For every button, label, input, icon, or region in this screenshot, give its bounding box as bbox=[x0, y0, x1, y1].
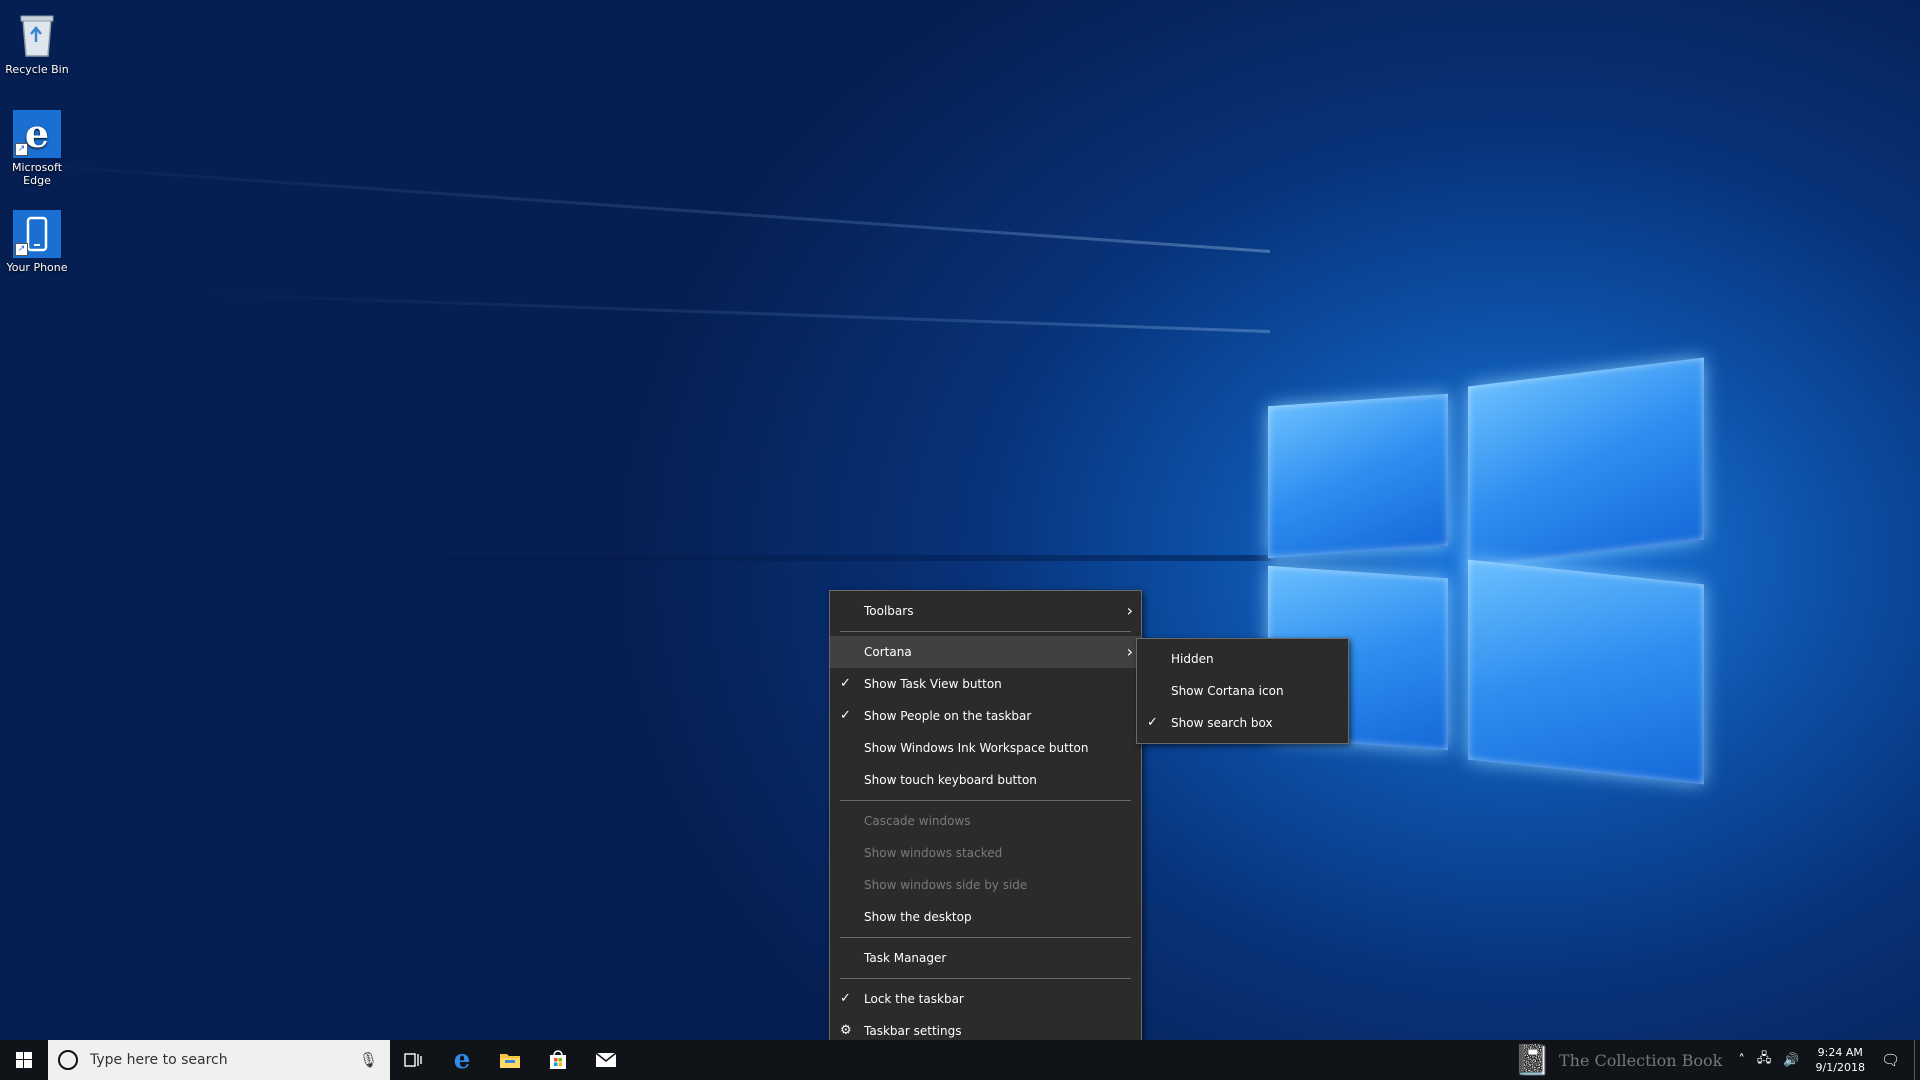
menu-item-label: Task Manager bbox=[864, 951, 947, 965]
menu-item-label: Show search box bbox=[1171, 716, 1273, 730]
desktop-icon-label: Microsoft Edge bbox=[11, 161, 63, 187]
search-placeholder: Type here to search bbox=[90, 1052, 228, 1068]
cortana-ring-icon bbox=[58, 1050, 78, 1070]
desktop-icon-your-phone[interactable]: ↗ Your Phone bbox=[0, 206, 74, 274]
desktop-icon-recycle-bin[interactable]: Recycle Bin bbox=[0, 6, 74, 76]
recycle-bin-icon bbox=[12, 10, 62, 60]
show-hidden-icons-chevron-icon[interactable]: ˄ bbox=[1738, 1053, 1745, 1068]
menu-separator bbox=[840, 631, 1131, 632]
menu-separator bbox=[840, 937, 1131, 938]
desktop-icon-label: Your Phone bbox=[6, 261, 68, 274]
desktop-icon-label: Recycle Bin bbox=[5, 63, 69, 76]
taskbar-mail-button[interactable] bbox=[582, 1040, 630, 1080]
store-bag-icon bbox=[550, 1050, 566, 1069]
network-icon[interactable]: 🖧 bbox=[1757, 1049, 1772, 1071]
edge-icon: e ↗ bbox=[13, 110, 61, 158]
clock-time: 9:24 AM bbox=[1817, 1046, 1863, 1059]
menu-item-label: Show the desktop bbox=[864, 910, 972, 924]
menu-item-label: Show Task View button bbox=[864, 677, 1002, 691]
checkmark-icon: ✓ bbox=[1147, 715, 1158, 730]
menu-item-task-manager[interactable]: Task Manager bbox=[830, 942, 1141, 974]
menu-item-label: Hidden bbox=[1171, 652, 1214, 666]
menu-item-label: Toolbars bbox=[864, 604, 914, 618]
clock-date: 9/1/2018 bbox=[1815, 1061, 1865, 1074]
task-view-button[interactable] bbox=[390, 1040, 438, 1080]
menu-item-cascade-windows: Cascade windows bbox=[830, 805, 1141, 837]
folder-icon bbox=[500, 1054, 520, 1068]
checkmark-icon: ✓ bbox=[840, 676, 851, 691]
clock[interactable]: 9:24 AM 9/1/2018 bbox=[1806, 1045, 1875, 1075]
menu-item-cortana[interactable]: Cortana › bbox=[830, 636, 1141, 668]
cortana-submenu: Hidden Show Cortana icon ✓ Show search b… bbox=[1136, 638, 1349, 744]
taskbar-store-button[interactable] bbox=[534, 1040, 582, 1080]
submenu-item-show-cortana-icon[interactable]: Show Cortana icon bbox=[1137, 675, 1348, 707]
submenu-item-show-search-box[interactable]: ✓ Show search box bbox=[1137, 707, 1348, 739]
menu-item-label: Cascade windows bbox=[864, 814, 971, 828]
taskbar-edge-button[interactable]: e bbox=[438, 1040, 486, 1080]
desktop-icon-microsoft-edge[interactable]: e ↗ Microsoft Edge bbox=[0, 106, 74, 187]
show-desktop-strip[interactable] bbox=[1914, 1040, 1920, 1080]
menu-item-windows-side-by-side: Show windows side by side bbox=[830, 869, 1141, 901]
menu-item-label: Show touch keyboard button bbox=[864, 773, 1037, 787]
task-view-icon bbox=[404, 1053, 422, 1067]
search-box[interactable]: Type here to search 🎙 bbox=[48, 1040, 390, 1080]
chevron-right-icon: › bbox=[1126, 601, 1133, 620]
menu-item-show-ink-workspace[interactable]: Show Windows Ink Workspace button bbox=[830, 732, 1141, 764]
submenu-item-hidden[interactable]: Hidden bbox=[1137, 643, 1348, 675]
menu-item-label: Show Windows Ink Workspace button bbox=[864, 741, 1089, 755]
menu-item-windows-stacked: Show windows stacked bbox=[830, 837, 1141, 869]
edge-icon: e bbox=[453, 1045, 471, 1075]
menu-item-label: Lock the taskbar bbox=[864, 992, 964, 1006]
start-button[interactable] bbox=[0, 1040, 48, 1080]
shortcut-arrow-icon: ↗ bbox=[15, 243, 28, 256]
watermark-book-icon: 📓 bbox=[1513, 1042, 1551, 1078]
taskbar: Type here to search 🎙 e 📓 The Collection… bbox=[0, 1040, 1920, 1080]
taskbar-file-explorer-button[interactable] bbox=[486, 1040, 534, 1080]
menu-separator bbox=[840, 800, 1131, 801]
menu-item-show-task-view[interactable]: ✓ Show Task View button bbox=[830, 668, 1141, 700]
menu-item-label: Show People on the taskbar bbox=[864, 709, 1032, 723]
menu-item-label: Taskbar settings bbox=[864, 1024, 962, 1038]
menu-item-toolbars[interactable]: Toolbars › bbox=[830, 595, 1141, 627]
mail-icon bbox=[595, 1052, 617, 1067]
system-tray: 📓 The Collection Book ˄ 🖧 🔊 9:24 AM 9/1/… bbox=[1514, 1040, 1920, 1080]
menu-item-lock-taskbar[interactable]: ✓ Lock the taskbar bbox=[830, 983, 1141, 1015]
windows-logo-icon bbox=[16, 1052, 32, 1068]
shortcut-arrow-icon: ↗ bbox=[15, 143, 28, 156]
phone-icon: ↗ bbox=[13, 210, 61, 258]
checkmark-icon: ✓ bbox=[840, 708, 851, 723]
menu-item-label: Show Cortana icon bbox=[1171, 684, 1284, 698]
menu-item-show-people[interactable]: ✓ Show People on the taskbar bbox=[830, 700, 1141, 732]
chevron-right-icon: › bbox=[1126, 642, 1133, 661]
checkmark-icon: ✓ bbox=[840, 991, 851, 1006]
menu-item-label: Show windows side by side bbox=[864, 878, 1028, 892]
menu-item-show-desktop[interactable]: Show the desktop bbox=[830, 901, 1141, 933]
menu-item-label: Cortana bbox=[864, 645, 912, 659]
taskbar-context-menu: Toolbars › Cortana › ✓ Show Task View bu… bbox=[829, 590, 1142, 1052]
menu-item-label: Show windows stacked bbox=[864, 846, 1003, 860]
microphone-icon[interactable]: 🎙 bbox=[359, 1051, 378, 1069]
volume-icon[interactable]: 🔊 bbox=[1783, 1053, 1799, 1068]
action-center-icon[interactable]: 🗨 bbox=[1881, 1051, 1900, 1069]
menu-item-show-touch-keyboard[interactable]: Show touch keyboard button bbox=[830, 764, 1141, 796]
watermark-text: The Collection Book bbox=[1559, 1050, 1723, 1070]
menu-separator bbox=[840, 978, 1131, 979]
